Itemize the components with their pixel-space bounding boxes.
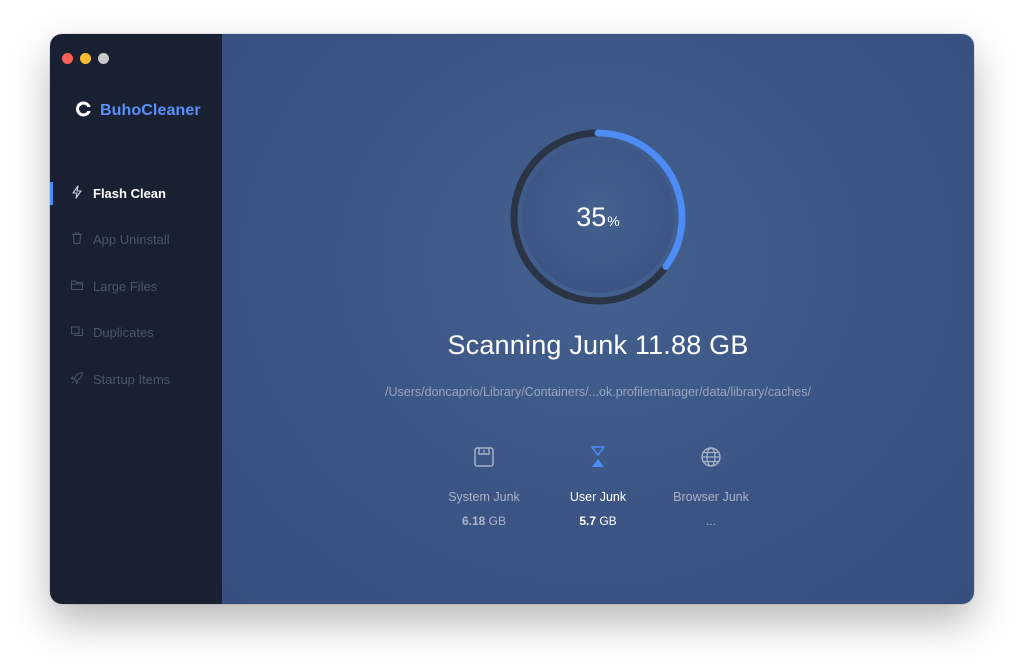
trash-icon [70, 231, 84, 248]
stat-number: ... [705, 514, 716, 528]
folder-icon [70, 278, 84, 295]
stat-unit: GB [599, 514, 617, 528]
sidebar-item-label: Large Files [93, 278, 158, 294]
sidebar-item-label: Startup Items [93, 371, 171, 387]
junk-categories: System Junk 6.18 GB User Junk 5.7 GB Bro… [222, 444, 974, 528]
app-name: BuhoCleaner [100, 102, 201, 119]
sidebar-item-label: Flash Clean [93, 185, 166, 201]
progress-ring: 35% [508, 127, 688, 307]
sidebar-item-label: Duplicates [93, 325, 154, 341]
duplicates-icon [70, 324, 84, 341]
flash-icon [70, 185, 84, 202]
sidebar-nav: Flash Clean App Uninstall Large Files Du… [50, 170, 222, 403]
scan-headline: Scanning Junk 11.88 GB [447, 330, 749, 360]
sidebar-item-app-uninstall[interactable]: App Uninstall [50, 217, 222, 264]
stat-number: 6.18 [461, 514, 486, 528]
scan-current-path: /Users/doncaprio/Library/Containers/...o… [385, 385, 811, 399]
sidebar-item-label: App Uninstall [93, 232, 170, 248]
rocket-icon [70, 371, 84, 388]
stat-browser-junk: Browser Junk ... [636, 444, 786, 528]
progress-value: 35 [576, 201, 607, 232]
sidebar-item-flash-clean[interactable]: Flash Clean [50, 170, 222, 217]
sidebar-item-duplicates[interactable]: Duplicates [50, 310, 222, 357]
window-controls [62, 53, 109, 64]
brand: BuhoCleaner [75, 100, 201, 122]
progress-unit: % [607, 213, 620, 229]
close-button[interactable] [62, 53, 73, 64]
zoom-button[interactable] [98, 53, 109, 64]
sidebar-item-large-files[interactable]: Large Files [50, 263, 222, 310]
active-indicator [50, 182, 53, 205]
sidebar-item-startup-items[interactable]: Startup Items [50, 356, 222, 403]
app-window: BuhoCleaner Flash Clean App Uninstall La… [50, 34, 974, 604]
stat-unit: GB [488, 514, 507, 528]
main-panel: 35% Scanning Junk 11.88 GB /Users/doncap… [222, 34, 974, 604]
stat-number: 5.7 [579, 514, 596, 528]
progress-percentage: 35% [508, 127, 688, 307]
owl-logo-icon [75, 100, 92, 122]
sidebar: BuhoCleaner Flash Clean App Uninstall La… [50, 34, 222, 604]
stat-value: ... [636, 514, 786, 528]
stat-label: Browser Junk [673, 490, 749, 504]
minimize-button[interactable] [80, 53, 91, 64]
globe-icon [636, 444, 786, 470]
